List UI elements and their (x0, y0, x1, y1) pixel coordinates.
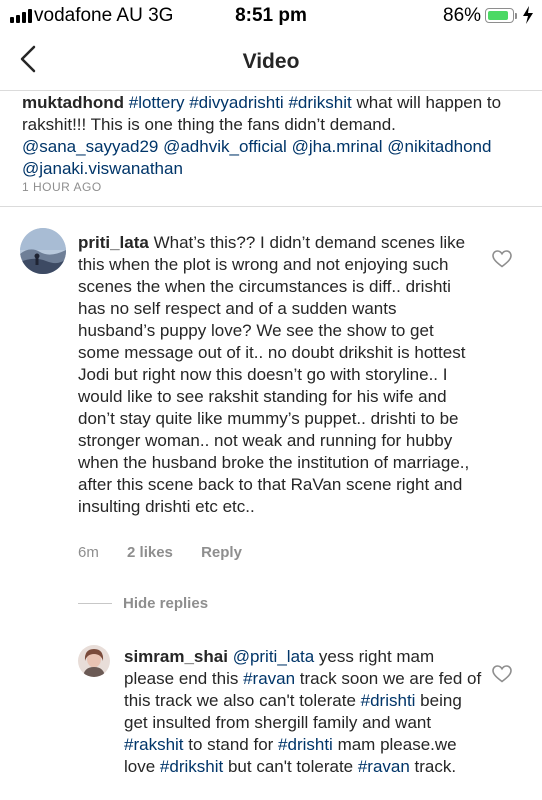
hashtag-link[interactable]: #drikshit (160, 757, 223, 776)
charging-bolt-icon (523, 6, 533, 24)
hashtag-link[interactable]: #drikshit (288, 93, 351, 112)
reply-button[interactable]: Reply (201, 544, 242, 561)
page-title: Video (242, 50, 300, 73)
text-segment: but can't tolerate (223, 757, 358, 776)
text-segment: What’s this?? I didn’t demand scenes lik… (78, 233, 470, 516)
caption-username[interactable]: muktadhond (22, 93, 124, 112)
comment-text: @priti_lata yess right mam please end th… (124, 647, 481, 776)
comment-priti-lata: priti_lata What’s this?? I didn’t demand… (78, 232, 478, 518)
text-segment: to stand for (183, 735, 279, 754)
hide-replies-line (78, 603, 112, 604)
hashtag-link[interactable]: #divyadrishti (189, 93, 284, 112)
comment-text: What’s this?? I didn’t demand scenes lik… (78, 233, 469, 516)
mention-link[interactable]: @sana_sayyad29 (22, 137, 158, 156)
mention-link[interactable]: @nikitadhond (387, 137, 491, 156)
hashtag-link[interactable]: #drishti (278, 735, 333, 754)
status-bar: vodafone AU 3G 8:51 pm 86% (0, 0, 542, 32)
avatar[interactable] (20, 228, 66, 274)
battery-cap (515, 13, 517, 19)
navigation-bar: Video (0, 32, 542, 91)
hashtag-link[interactable]: #ravan (358, 757, 410, 776)
mention-link[interactable]: @jha.mrinal (292, 137, 383, 156)
comment-time: 6m (78, 544, 99, 561)
mention-link[interactable]: @priti_lata (233, 647, 315, 666)
hashtag-link[interactable]: #rakshit (124, 735, 184, 754)
likes-count[interactable]: 2 likes (127, 544, 173, 561)
heart-outline-icon[interactable] (492, 250, 512, 268)
hashtag-link[interactable]: #ravan (243, 669, 295, 688)
avatar[interactable] (78, 645, 110, 677)
battery-icon (485, 8, 514, 23)
battery-percent: 86% (443, 5, 482, 26)
comment-meta: 6m 2 likes Reply (78, 544, 266, 561)
heart-outline-icon[interactable] (492, 665, 512, 683)
comment-username[interactable]: priti_lata (78, 233, 149, 252)
hashtag-link[interactable]: #drishti (361, 691, 416, 710)
comment-simram-shai: simram_shai @priti_lata yess right mam p… (124, 646, 484, 778)
post-caption: muktadhond #lottery #divyadrishti #driks… (22, 92, 527, 180)
post-timestamp: 1 HOUR AGO (22, 180, 102, 194)
text-segment: track. (409, 757, 457, 776)
mention-link[interactable]: @adhvik_official (163, 137, 287, 156)
hashtag-link[interactable]: #lottery (129, 93, 185, 112)
hide-replies-button[interactable]: Hide replies (123, 595, 208, 612)
divider (0, 206, 542, 207)
mention-link[interactable]: @janaki.viswanathan (22, 159, 183, 178)
comment-username[interactable]: simram_shai (124, 647, 228, 666)
